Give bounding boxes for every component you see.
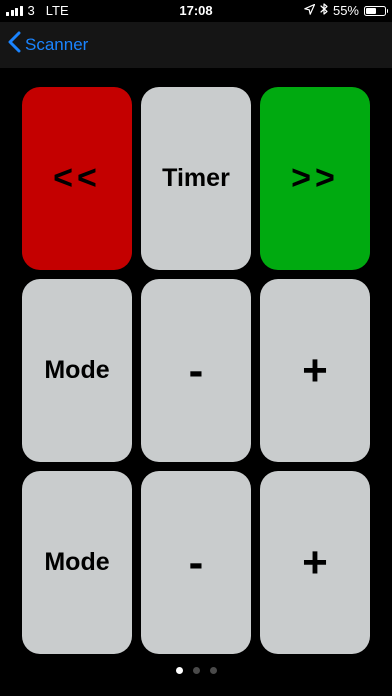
- navigation-bar: Scanner: [0, 22, 392, 68]
- battery-percent: 55%: [332, 3, 359, 18]
- screen: 3 LTE 17:08 55% Scanner << Timer >> Mode…: [0, 0, 392, 696]
- back-button[interactable]: Scanner: [8, 31, 88, 58]
- minus-button-2-label: -: [188, 537, 204, 587]
- back-button-label: Scanner: [25, 34, 89, 54]
- page-dot-1[interactable]: [175, 667, 183, 674]
- page-dot-2[interactable]: [192, 667, 200, 674]
- plus-button-2[interactable]: +: [260, 471, 370, 654]
- mode-button-2[interactable]: Mode: [22, 471, 132, 654]
- plus-button-1[interactable]: +: [260, 279, 370, 462]
- page-indicator[interactable]: [0, 667, 392, 674]
- chevron-left-icon: [8, 31, 21, 58]
- mode-button-1[interactable]: Mode: [22, 279, 132, 462]
- remote-button-grid: << Timer >> Mode - + Mode - +: [22, 87, 370, 654]
- battery-fill: [366, 7, 376, 14]
- battery-icon: [364, 5, 388, 16]
- bluetooth-icon: [320, 3, 328, 18]
- status-bar: 3 LTE 17:08 55%: [0, 0, 392, 22]
- mode-button-2-label: Mode: [44, 548, 110, 576]
- mode-button-1-label: Mode: [44, 356, 110, 384]
- rewind-button-label: <<: [53, 159, 101, 197]
- rewind-button[interactable]: <<: [22, 87, 132, 270]
- minus-button-1-label: -: [188, 345, 204, 395]
- timer-button-label: Timer: [162, 164, 230, 192]
- minus-button-2[interactable]: -: [141, 471, 251, 654]
- minus-button-1[interactable]: -: [141, 279, 251, 462]
- forward-button[interactable]: >>: [260, 87, 370, 270]
- plus-button-2-label: +: [302, 537, 328, 587]
- plus-button-1-label: +: [302, 345, 328, 395]
- location-arrow-icon: [304, 3, 316, 18]
- page-dot-3[interactable]: [209, 667, 217, 674]
- forward-button-label: >>: [291, 159, 339, 197]
- timer-button[interactable]: Timer: [141, 87, 251, 270]
- status-right: 55%: [304, 3, 388, 18]
